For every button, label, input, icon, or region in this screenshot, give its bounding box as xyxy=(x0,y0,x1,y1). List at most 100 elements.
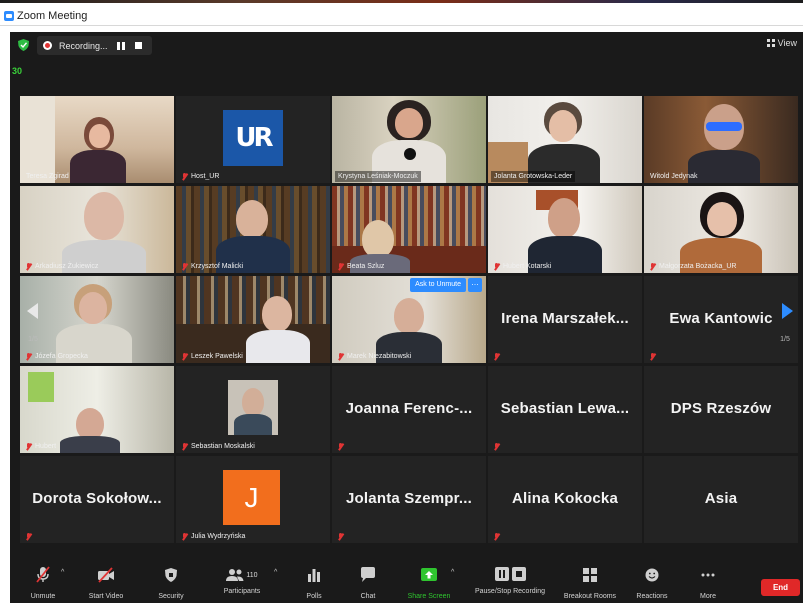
participant-tile[interactable]: J Julia Wydrzyńska xyxy=(176,456,330,543)
muted-mic-icon xyxy=(26,262,32,271)
participant-name: Krzysztof Malicki xyxy=(191,263,244,270)
meeting-toolbar: Unmute ^ Start Video Security 110 Partic… xyxy=(10,562,803,603)
participant-name: Jolanta Grotowska-Leder xyxy=(491,171,576,182)
more-button[interactable]: More xyxy=(690,566,726,602)
breakout-rooms-button[interactable]: Breakout Rooms xyxy=(558,566,622,602)
polls-icon xyxy=(308,569,320,582)
audio-options-chevron-icon[interactable]: ^ xyxy=(61,569,64,576)
participant-name: Małgorzata Bożacka_UR xyxy=(659,263,737,270)
participant-name: Teresa Zgirad xyxy=(26,173,69,180)
more-options-icon[interactable]: … xyxy=(468,278,482,292)
participant-status xyxy=(491,351,506,362)
participants-icon xyxy=(226,569,244,581)
participant-tile[interactable]: Małgorzata Bożacka_UR xyxy=(644,186,798,273)
chat-button[interactable]: Chat xyxy=(348,566,388,602)
participant-name: Witold Jedynak xyxy=(650,173,698,180)
more-dots-icon xyxy=(701,573,715,577)
participant-name-row: Hubert Kotarski xyxy=(491,261,554,272)
view-label: View xyxy=(777,38,797,48)
participant-tile[interactable]: Dorota Sokołow... xyxy=(20,456,174,543)
muted-mic-icon xyxy=(26,352,32,361)
pause-recording-icon[interactable] xyxy=(117,41,125,50)
participant-status xyxy=(647,351,662,362)
participant-tile[interactable]: Hubert Kotarski xyxy=(488,186,642,273)
participant-tile[interactable]: Jolanta Grotowska-Leder xyxy=(488,96,642,183)
zoom-app-icon xyxy=(4,11,14,21)
participant-name: Julia Wydrzyńska xyxy=(191,533,246,540)
view-button[interactable]: View xyxy=(766,38,797,48)
participant-name-row: Sebastian Moskalski xyxy=(179,441,258,452)
reactions-button[interactable]: Reactions xyxy=(630,566,674,602)
participant-tile[interactable]: Beata Szluz xyxy=(332,186,486,273)
pause-stop-recording-button[interactable]: Pause/Stop Recording xyxy=(468,566,552,602)
participant-status xyxy=(23,531,38,542)
participant-name-row: Józefa Gropecka xyxy=(23,351,91,362)
participant-name: Dorota Sokołow... xyxy=(32,490,162,507)
recording-indicator: Recording... xyxy=(37,36,152,55)
muted-mic-icon xyxy=(26,442,32,451)
chevron-right-icon xyxy=(782,303,793,319)
participant-name: Sebastian Moskalski xyxy=(191,443,255,450)
muted-mic-icon xyxy=(26,532,32,541)
meeting-topbar: Recording... View xyxy=(10,32,803,58)
participant-tile[interactable]: Jolanta Szempr... xyxy=(332,456,486,543)
participant-tile[interactable]: Alina Kokocka xyxy=(488,456,642,543)
participant-name: Leszek Pawelski xyxy=(191,353,243,360)
security-button[interactable]: Security xyxy=(148,566,194,602)
participant-tile[interactable]: Hubert xyxy=(20,366,174,453)
participant-status xyxy=(335,531,350,542)
participant-name: Marek Niezabitowski xyxy=(347,353,412,360)
previous-page-button[interactable]: 1/5 xyxy=(20,285,46,349)
stop-recording-icon[interactable] xyxy=(135,42,142,49)
muted-mic-icon xyxy=(182,172,188,181)
muted-mic-icon xyxy=(650,352,656,361)
ask-to-unmute-button[interactable]: Ask to Unmute xyxy=(410,278,466,292)
reactions-icon xyxy=(645,568,659,582)
chat-icon xyxy=(361,567,375,582)
participant-name-row: Marek Niezabitowski xyxy=(335,351,414,362)
muted-mic-icon xyxy=(494,532,500,541)
participant-tile[interactable]: Sebastian Moskalski xyxy=(176,366,330,453)
participant-name: Hubert Kotarski xyxy=(503,263,552,270)
muted-mic-icon xyxy=(182,262,188,271)
participant-tile[interactable]: Leszek Pawelski xyxy=(176,276,330,363)
participant-tile[interactable]: Irena Marszałek... xyxy=(488,276,642,363)
chat-label: Chat xyxy=(360,593,376,600)
more-label: More xyxy=(700,593,716,600)
polls-label: Polls xyxy=(306,593,322,600)
fps-counter: 30 xyxy=(12,66,23,76)
participant-name: Sebastian Lewa... xyxy=(500,400,630,417)
pause-icon xyxy=(494,567,509,581)
titlebar-accent xyxy=(0,0,803,3)
shield-icon[interactable] xyxy=(18,39,29,51)
participant-tile[interactable]: DPS Rzeszów xyxy=(644,366,798,453)
polls-button[interactable]: Polls xyxy=(294,566,334,602)
end-meeting-button[interactable]: End xyxy=(761,579,800,596)
recording-label: Recording... xyxy=(59,40,108,51)
participant-tile[interactable]: Sebastian Lewa... xyxy=(488,366,642,453)
participants-options-chevron-icon[interactable]: ^ xyxy=(274,569,277,576)
next-page-button[interactable]: 1/5 xyxy=(772,285,798,349)
muted-mic-icon xyxy=(338,352,344,361)
participant-tile[interactable]: Teresa Zgirad xyxy=(20,96,174,183)
muted-mic-icon xyxy=(338,442,344,451)
window-title: Zoom Meeting xyxy=(17,10,88,22)
participant-tile[interactable]: Asia xyxy=(644,456,798,543)
start-video-button[interactable]: Start Video xyxy=(80,566,132,602)
participants-label: Participants xyxy=(223,588,261,595)
meeting-window: Recording... View 30 Teresa Zgirad UR Ho… xyxy=(10,32,803,603)
share-options-chevron-icon[interactable]: ^ xyxy=(451,569,454,576)
participant-tile-active-speaker[interactable]: Witold Jedynak xyxy=(644,96,798,183)
participant-tile[interactable]: Ask to Unmute … Marek Niezabitowski xyxy=(332,276,486,363)
participants-button[interactable]: 110 Participants xyxy=(210,566,274,602)
unmute-label: Unmute xyxy=(30,593,56,600)
participant-tile[interactable]: Arkadiusz Żukiewicz xyxy=(20,186,174,273)
participant-tile[interactable]: UR Host_UR xyxy=(176,96,330,183)
participant-tile[interactable]: Joanna Ferenc-... xyxy=(332,366,486,453)
share-screen-button[interactable]: Share Screen xyxy=(402,566,456,602)
participant-name: Asia xyxy=(704,490,738,507)
security-label: Security xyxy=(158,593,184,600)
participant-name: DPS Rzeszów xyxy=(670,400,772,417)
participant-tile[interactable]: Krystyna Leśniak-Moczuk xyxy=(332,96,486,183)
participant-tile[interactable]: Krzysztof Malicki xyxy=(176,186,330,273)
